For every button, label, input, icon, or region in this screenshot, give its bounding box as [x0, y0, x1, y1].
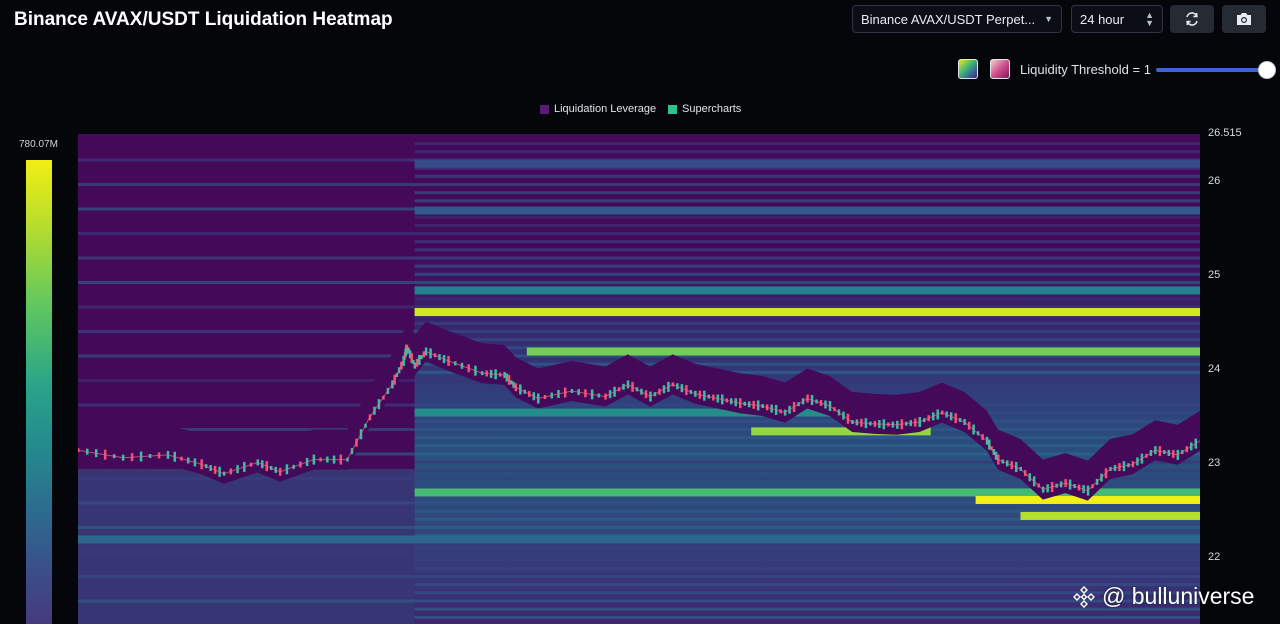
camera-icon [1237, 13, 1251, 25]
heatmap-plot[interactable] [78, 134, 1200, 624]
liquidation-band [414, 566, 1200, 570]
exchange-select-value: Binance AVAX/USDT Perpet... [861, 11, 1036, 27]
liquidation-band [414, 206, 1200, 215]
chevron-down-icon: ▼ [1044, 14, 1053, 24]
up-down-icon: ▲ ▼ [1145, 10, 1154, 28]
liquidation-band [414, 362, 1200, 366]
liquidation-band [414, 174, 1200, 178]
threshold-label: Liquidity Threshold = 1 [1020, 62, 1151, 77]
liquidation-band [78, 330, 1200, 333]
liquidation-band [414, 436, 1200, 440]
colorbar [26, 160, 52, 624]
refresh-button[interactable] [1170, 5, 1214, 33]
y-tick-label: 24 [1208, 363, 1221, 376]
legend-swatch [540, 104, 549, 114]
liquidation-band [414, 321, 1200, 325]
liquidation-band [78, 281, 1200, 284]
palette-viridis-toggle[interactable] [958, 59, 978, 79]
heatmap-svg [78, 142, 1200, 624]
liquidation-band [414, 248, 1200, 252]
legend-label: Liquidation Leverage [554, 103, 657, 115]
liquidation-band [78, 599, 1200, 603]
liquidation-band [414, 558, 1200, 562]
liquidation-band [78, 428, 1200, 431]
liquidation-band [414, 286, 1200, 295]
liquidation-band [414, 215, 1200, 219]
threshold-slider-track[interactable] [1156, 68, 1264, 72]
liquidation-band [78, 256, 1200, 260]
liquidation-band [78, 535, 1200, 544]
binance-logo-icon [1073, 585, 1095, 608]
legend-label: Supercharts [682, 103, 742, 115]
liquidation-band [414, 308, 1200, 317]
liquidation-band [78, 550, 1200, 554]
y-tick-label: 23 [1208, 457, 1221, 470]
liquidation-band [78, 403, 1200, 407]
liquidation-band [414, 272, 1200, 276]
liquidation-band [78, 183, 1200, 186]
liquidation-band [414, 159, 1200, 168]
liquidation-band [1020, 511, 1200, 520]
legend-item-supercharts[interactable]: Supercharts [668, 103, 741, 115]
y-tick-label: 26 [1208, 175, 1221, 188]
legend-item-liquidation[interactable]: Liquidation Leverage [540, 103, 656, 115]
refresh-icon [1186, 12, 1198, 26]
screenshot-button[interactable] [1222, 5, 1266, 33]
watermark-text: @ bulluniverse [1102, 583, 1255, 609]
legend-swatch [668, 104, 677, 114]
y-tick-label: 22 [1208, 551, 1221, 564]
liquidation-band [78, 305, 1200, 309]
liquidation-band [414, 223, 1200, 227]
liquidation-band [78, 575, 1200, 578]
threshold-slider-thumb[interactable] [1259, 62, 1275, 78]
liquidation-band [414, 615, 1200, 619]
liquidation-band [414, 444, 1200, 448]
liquidation-band [78, 232, 1200, 235]
liquidation-band [414, 297, 1200, 301]
y-tick-label: 25 [1208, 269, 1221, 282]
liquidation-band [414, 240, 1200, 244]
liquidation-band [414, 199, 1200, 203]
liquidation-band [414, 142, 1200, 146]
interval-select[interactable]: 24 hour ▲ ▼ [1071, 5, 1163, 33]
liquidation-band [526, 347, 1200, 356]
palette-pink-toggle[interactable] [990, 59, 1010, 79]
liquidation-band [414, 338, 1200, 342]
y-tick-label: 26.515 [1208, 127, 1242, 139]
exchange-select[interactable]: Binance AVAX/USDT Perpet... ▼ [852, 5, 1062, 33]
liquidation-band [414, 191, 1200, 195]
interval-select-value: 24 hour [1080, 11, 1125, 27]
watermark: @ bulluniverse [1072, 583, 1254, 610]
colorbar-max-label: 780.07M [19, 139, 58, 150]
liquidation-band [414, 264, 1200, 268]
liquidation-band [78, 526, 1200, 529]
liquidation-band [414, 419, 1200, 423]
liquidation-band [414, 150, 1200, 154]
page-title: Binance AVAX/USDT Liquidation Heatmap [14, 9, 393, 30]
